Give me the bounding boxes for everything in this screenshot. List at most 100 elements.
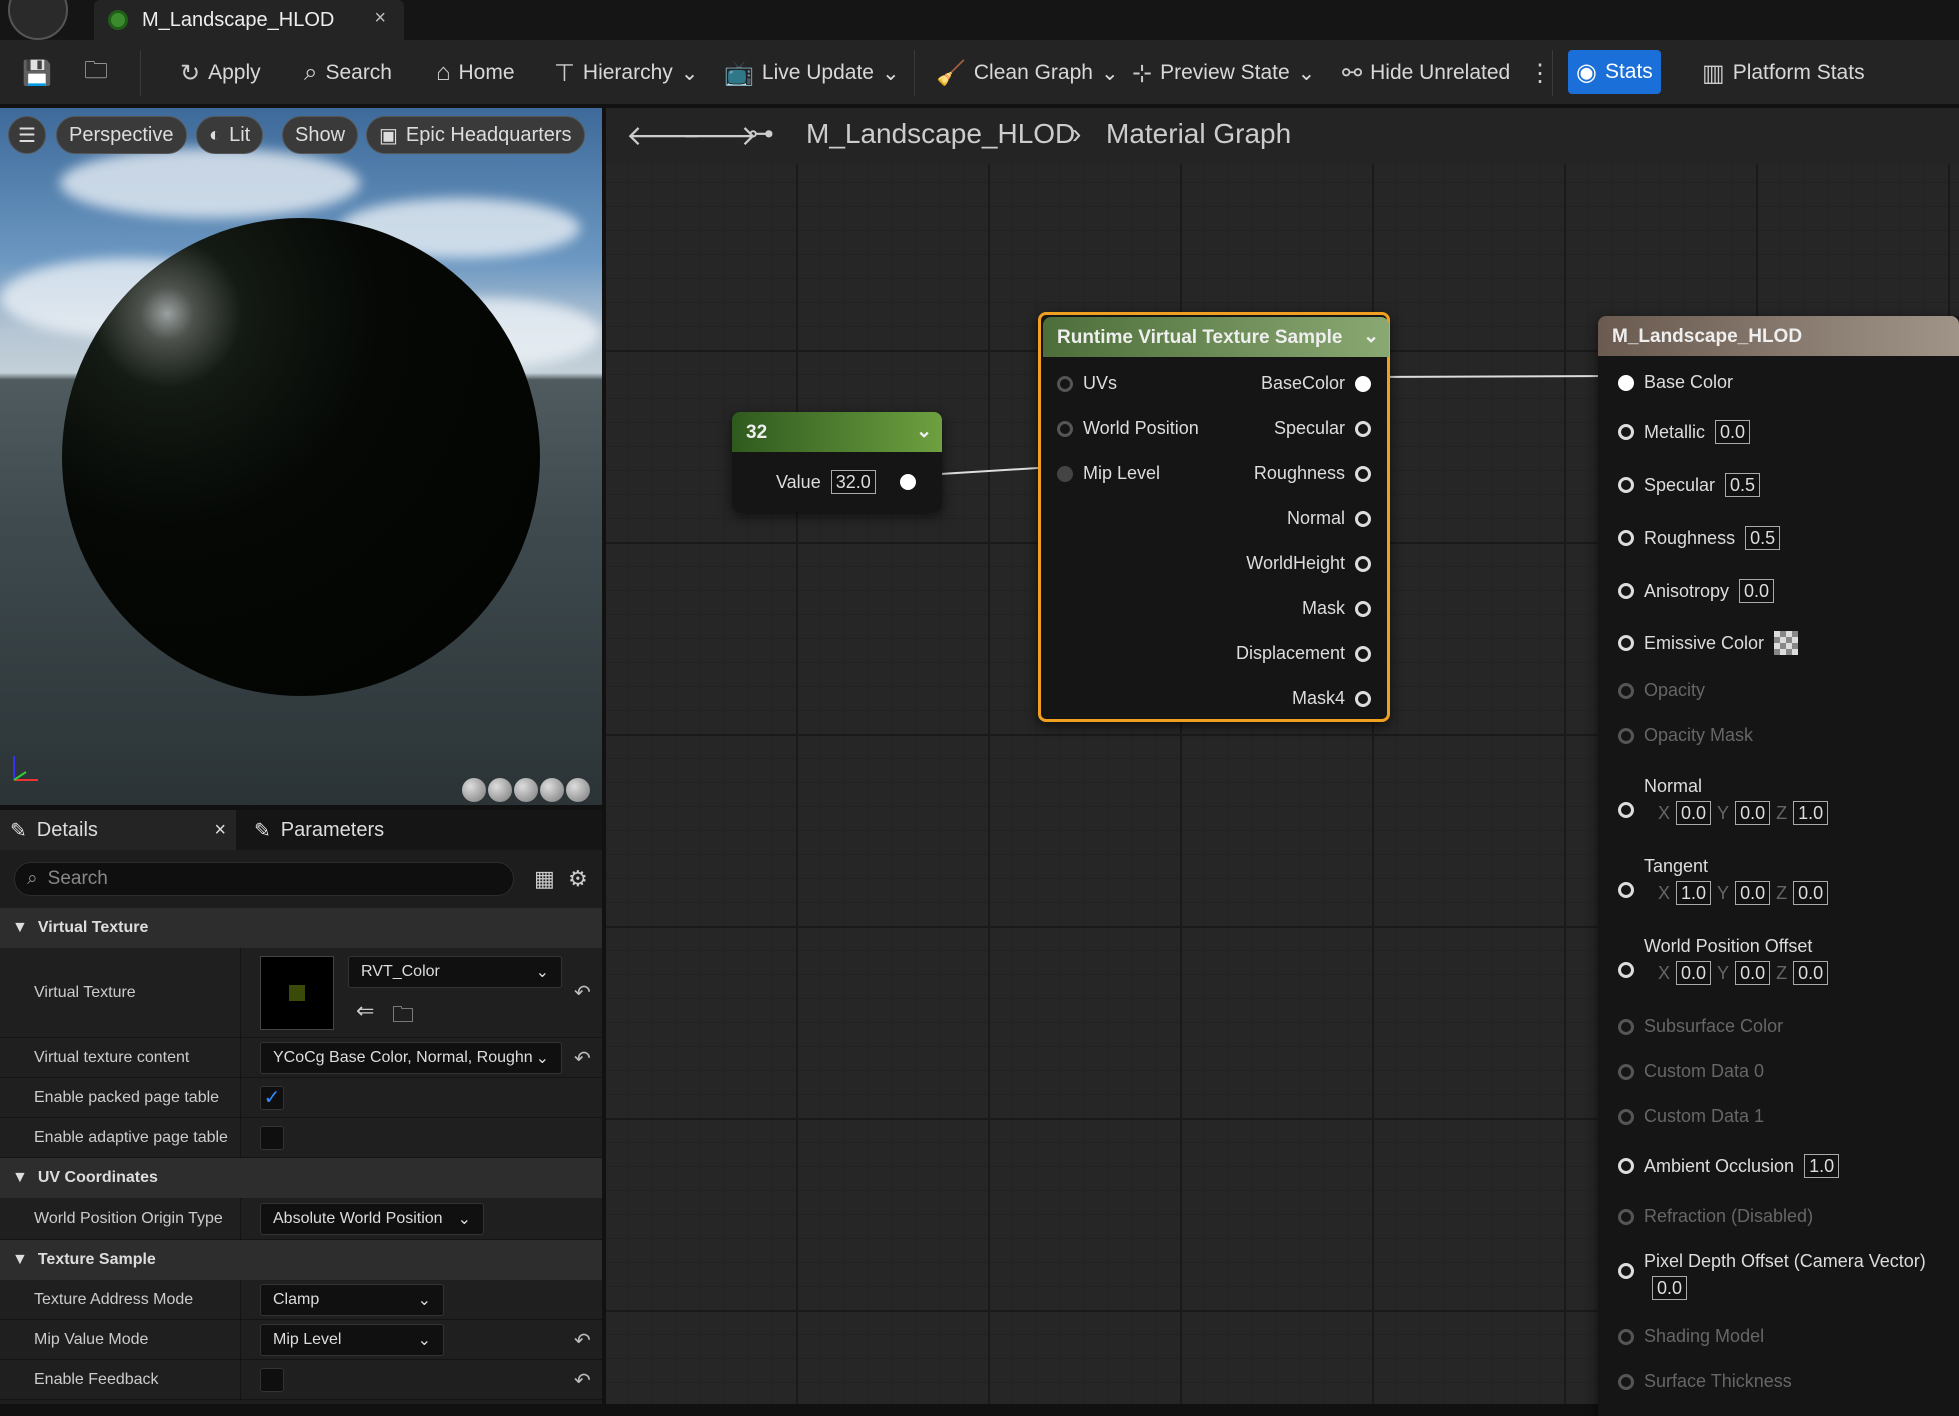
input-pin-ambient-occlusion[interactable]: Ambient Occlusion 1.0 — [1618, 1154, 1840, 1178]
input-pin-world-position-offset[interactable]: World Position Offset X 0.0 Y 0.0 Z 0.0 — [1618, 936, 1829, 985]
value-field[interactable]: 0.0 — [1735, 881, 1771, 905]
close-icon[interactable]: × — [214, 819, 226, 842]
enable-feedback-checkbox[interactable] — [260, 1368, 284, 1392]
cylinder-icon[interactable] — [462, 778, 486, 802]
output-pin-worldheight[interactable]: WorldHeight — [1246, 553, 1371, 574]
divider — [1552, 50, 1553, 96]
clean-graph-button[interactable]: 🧹 Clean Graph ⌄ — [928, 54, 1127, 92]
input-pin-base-color[interactable]: Base Color — [1618, 372, 1733, 393]
virtual-texture-dropdown[interactable]: RVT_Color ⌄ — [348, 956, 562, 988]
chevron-down-icon[interactable]: ⌄ — [1363, 325, 1379, 348]
save-button[interactable]: 💾 — [14, 54, 60, 92]
browse-button[interactable]: 🗀 — [76, 54, 116, 92]
cube-icon[interactable] — [540, 778, 564, 802]
value-field[interactable]: 0.0 — [1793, 961, 1829, 985]
output-pin-mask[interactable]: Mask — [1302, 598, 1371, 619]
rvt-sample-node[interactable]: Runtime Virtual Texture Sample ⌄ UVs Worl… — [1038, 312, 1390, 722]
plane-icon[interactable] — [514, 778, 538, 802]
value-field[interactable]: 0.0 — [1739, 579, 1775, 603]
viewport-menu-button[interactable]: ☰ — [8, 116, 46, 154]
stats-button[interactable]: ◉ Stats — [1568, 50, 1661, 94]
output-pin-mask4[interactable]: Mask4 — [1292, 688, 1371, 709]
tab-material[interactable]: M_Landscape_HLOD × — [94, 0, 404, 40]
teapot-icon[interactable] — [566, 778, 590, 802]
input-pin-metallic[interactable]: Metallic 0.0 — [1618, 420, 1751, 444]
output-pin-icon[interactable] — [899, 474, 916, 490]
more-options-button[interactable]: ⋮ — [1520, 54, 1560, 92]
input-pin-uvs[interactable]: UVs — [1057, 373, 1117, 394]
sphere-icon[interactable] — [488, 778, 512, 802]
value-field[interactable]: 0.0 — [1735, 961, 1771, 985]
show-button[interactable]: Show — [282, 116, 359, 154]
reset-icon[interactable]: ↶ — [574, 980, 591, 1005]
value-field[interactable]: 1.0 — [1804, 1154, 1840, 1178]
value-field[interactable]: 0.5 — [1745, 526, 1781, 550]
value-field[interactable]: 1.0 — [1793, 801, 1829, 825]
browse-icon[interactable]: 🗀 — [392, 998, 414, 1036]
output-pin-displacement[interactable]: Displacement — [1236, 643, 1371, 664]
value-field[interactable]: 0.0 — [1793, 881, 1829, 905]
vt-content-dropdown[interactable]: YCoCg Base Color, Normal, Roughn ⌄ — [260, 1042, 562, 1074]
value-field[interactable]: 0.0 — [1676, 801, 1712, 825]
address-mode-dropdown[interactable]: Clamp ⌄ — [260, 1284, 444, 1316]
category-uv-coordinates[interactable]: ▼ UV Coordinates — [0, 1158, 602, 1198]
apply-button[interactable]: ↻ Apply — [172, 54, 269, 92]
tab-details[interactable]: ✎ Details × — [0, 810, 236, 850]
output-pin-basecolor[interactable]: BaseColor — [1261, 373, 1371, 394]
reset-icon[interactable]: ↶ — [574, 1368, 591, 1393]
details-search-input[interactable]: ⌕ Search — [14, 862, 514, 896]
table-view-icon[interactable]: ▦ — [534, 866, 555, 892]
search-button[interactable]: ⌕ Search — [296, 54, 400, 92]
pin-icon — [1618, 530, 1634, 546]
output-pin-specular[interactable]: Specular — [1274, 418, 1371, 439]
close-icon[interactable]: × — [374, 7, 386, 30]
input-pin-emissive-color[interactable]: Emissive Color — [1618, 631, 1799, 655]
value-field[interactable]: 0.0 — [1735, 801, 1771, 825]
input-pin-specular[interactable]: Specular 0.5 — [1618, 473, 1761, 497]
output-pin-normal[interactable]: Normal — [1287, 508, 1371, 529]
value-field[interactable]: 0.0 — [1715, 420, 1751, 444]
live-update-button[interactable]: 📺 Live Update ⌄ — [716, 54, 908, 92]
mip-value-mode-dropdown[interactable]: Mip Level ⌄ — [260, 1324, 444, 1356]
color-swatch[interactable] — [1774, 631, 1799, 655]
input-pin-tangent[interactable]: Tangent X 1.0 Y 0.0 Z 0.0 — [1618, 856, 1829, 905]
category-virtual-texture[interactable]: ▼ Virtual Texture — [0, 908, 602, 948]
home-button[interactable]: ⌂ Home — [428, 54, 523, 92]
hierarchy-button[interactable]: ⊤ Hierarchy ⌄ — [546, 54, 706, 92]
input-pin-normal[interactable]: Normal X 0.0 Y 0.0 Z 1.0 — [1618, 776, 1829, 825]
adaptive-page-table-checkbox[interactable] — [260, 1126, 284, 1150]
perspective-button[interactable]: Perspective — [56, 116, 187, 154]
hide-unrelated-button[interactable]: ⚯ Hide Unrelated — [1334, 54, 1518, 92]
value-field[interactable]: 0.0 — [1676, 961, 1712, 985]
origin-type-dropdown[interactable]: Absolute World Position ⌄ — [260, 1203, 484, 1235]
value-field[interactable]: 0.0 — [1652, 1276, 1688, 1300]
material-graph-canvas[interactable]: 🡐 🡒 ⊶ M_Landscape_HLOD › Material Graph … — [606, 108, 1959, 1416]
reset-icon[interactable]: ↶ — [574, 1046, 591, 1071]
chevron-down-icon[interactable]: ⌄ — [916, 420, 932, 443]
platform-stats-button[interactable]: ▥ Platform Stats — [1694, 54, 1873, 92]
value-field[interactable]: 0.5 — [1725, 473, 1761, 497]
input-pin-mip-level[interactable]: Mip Level — [1057, 463, 1160, 484]
input-pin-roughness[interactable]: Roughness 0.5 — [1618, 526, 1781, 550]
input-pin-world-position[interactable]: World Position — [1057, 418, 1199, 439]
input-pin-anisotropy[interactable]: Anisotropy 0.0 — [1618, 579, 1775, 603]
lit-button[interactable]: ◐ Lit — [196, 116, 264, 154]
environment-button[interactable]: ▣ Epic Headquarters — [366, 116, 585, 154]
preview-state-button[interactable]: ⊹ Preview State ⌄ — [1124, 54, 1323, 92]
input-pin-pixel-depth-offset[interactable]: Pixel Depth Offset (Camera Vector) 0.0 — [1618, 1251, 1926, 1300]
tab-parameters[interactable]: ✎ Parameters — [244, 810, 394, 850]
value-field[interactable]: 32.0 — [830, 470, 876, 494]
preview-viewport[interactable]: ☰ Perspective ◐ Lit Show ▣ Epic Headquarte… — [0, 108, 602, 805]
category-texture-sample[interactable]: ▼ Texture Sample — [0, 1240, 602, 1280]
reset-icon[interactable]: ↶ — [574, 1328, 591, 1353]
texture-thumbnail[interactable] — [260, 956, 334, 1030]
packed-page-table-checkbox[interactable]: ✓ — [260, 1086, 284, 1110]
use-selected-icon[interactable]: ⇐ — [356, 998, 374, 1024]
unreal-logo-icon[interactable] — [8, 0, 68, 40]
preview-state-label: Preview State — [1160, 61, 1290, 84]
output-pin-roughness[interactable]: Roughness — [1254, 463, 1371, 484]
constant-node[interactable]: 32 ⌄ Value 32.0 — [732, 412, 942, 512]
material-result-node[interactable]: M_Landscape_HLOD Base Color Metallic 0.0 … — [1598, 316, 1959, 1416]
value-field[interactable]: 1.0 — [1676, 881, 1712, 905]
gear-icon[interactable]: ⚙ — [568, 866, 588, 892]
